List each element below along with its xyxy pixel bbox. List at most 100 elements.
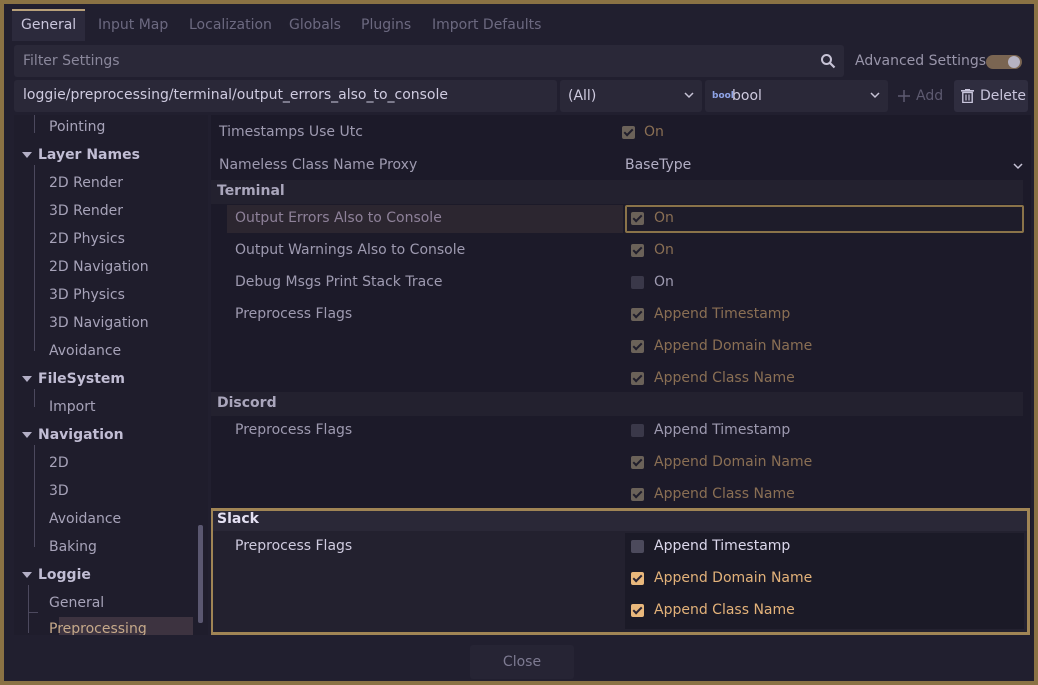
discord-append-timestamp-label: Append Timestamp [654, 422, 791, 438]
settings-inspector: Timestamps Use Utc On Nameless Class Nam… [211, 115, 1031, 635]
type-select[interactable]: bool bool [705, 80, 888, 112]
nameless-class-name-proxy-value: BaseType [625, 157, 692, 173]
add-label: Add [916, 88, 944, 104]
discord-preprocess-flags-label: Preprocess Flags [235, 422, 353, 438]
tree-guide [34, 165, 35, 351]
slack-section-bg [213, 511, 1027, 531]
slack-append-domain-checkbox[interactable] [631, 572, 644, 585]
output-errors-value: On [654, 210, 674, 226]
slack-append-timestamp-checkbox[interactable] [631, 540, 644, 553]
tab-localization[interactable]: Localization [180, 9, 281, 41]
sidebar-item-2d-physics[interactable]: 2D Physics [49, 225, 125, 253]
tree-guide [28, 585, 29, 633]
chevron-down-icon [22, 376, 32, 382]
search-icon [821, 54, 836, 69]
nameless-class-name-proxy-select[interactable]: BaseType [621, 151, 1025, 179]
sidebar-item-2d-render[interactable]: 2D Render [49, 169, 123, 197]
trash-icon [961, 89, 974, 103]
output-errors-value-box[interactable] [625, 205, 1024, 233]
debug-msgs-checkbox[interactable] [631, 276, 644, 289]
sidebar-item-3d-physics[interactable]: 3D Physics [49, 281, 125, 309]
sidebar-item-avoidance[interactable]: Avoidance [49, 505, 121, 533]
chevron-down-icon [22, 572, 32, 578]
sidebar-item-preprocessing[interactable]: Preprocessing [49, 615, 147, 635]
output-warnings-checkbox[interactable] [631, 244, 644, 257]
tab-import-defaults[interactable]: Import Defaults [423, 9, 550, 41]
chevron-down-icon [870, 92, 880, 99]
sidebar-scrollbar[interactable] [198, 525, 203, 623]
debug-msgs-value: On [654, 274, 674, 290]
category-label: Layer Names [38, 147, 140, 163]
delete-label: Delete [980, 88, 1026, 104]
sidebar-item-baking[interactable]: Baking [49, 533, 97, 561]
category-label: Navigation [38, 427, 124, 443]
timestamps-use-utc-checkbox[interactable] [622, 126, 635, 139]
section-terminal: Terminal [211, 180, 1023, 204]
sidebar-item-2d[interactable]: 2D [49, 449, 69, 477]
discord-append-timestamp-checkbox[interactable] [631, 424, 644, 437]
timestamps-use-utc-value: On [644, 124, 664, 140]
terminal-append-domain-checkbox[interactable] [631, 340, 644, 353]
scope-value: (All) [568, 88, 597, 104]
discord-append-class-label: Append Class Name [654, 486, 795, 502]
sidebar-item-3d-navigation[interactable]: 3D Navigation [49, 309, 149, 337]
category-label: Loggie [38, 567, 91, 583]
slack-append-class-label: Append Class Name [654, 602, 795, 618]
discord-append-domain-checkbox[interactable] [631, 456, 644, 469]
sidebar-item-pointing[interactable]: Pointing [49, 115, 105, 141]
tree-guide [34, 389, 35, 407]
terminal-preprocess-flags-label: Preprocess Flags [235, 306, 353, 322]
tab-input-map[interactable]: Input Map [89, 9, 177, 41]
sidebar-item-import[interactable]: Import [49, 393, 95, 421]
property-path-value: loggie/preprocessing/terminal/output_err… [23, 87, 449, 103]
terminal-append-timestamp-checkbox[interactable] [631, 308, 644, 321]
tab-plugins[interactable]: Plugins [352, 9, 420, 41]
tab-globals[interactable]: Globals [280, 9, 350, 41]
sidebar-category-filesystem[interactable]: FileSystem [22, 365, 125, 393]
advanced-settings-toggle[interactable] [986, 55, 1022, 69]
sidebar-item-3d[interactable]: 3D [49, 477, 69, 505]
delete-button[interactable]: Delete [954, 80, 1028, 112]
output-warnings-value: On [654, 242, 674, 258]
discord-append-class-checkbox[interactable] [631, 488, 644, 501]
output-errors-label: Output Errors Also to Console [235, 210, 442, 226]
sidebar-item-general[interactable]: General [49, 589, 104, 617]
type-value: bool [732, 88, 762, 104]
project-settings-dialog: General Input Map Localization Globals P… [0, 0, 1038, 685]
chevron-down-icon [22, 152, 32, 158]
slack-append-domain-label: Append Domain Name [654, 570, 813, 586]
slack-append-timestamp-label: Append Timestamp [654, 538, 791, 554]
settings-sidebar: Pointing Layer Names 2D Render 3D Render… [14, 115, 208, 635]
terminal-append-class-checkbox[interactable] [631, 372, 644, 385]
tab-general[interactable]: General [12, 9, 86, 41]
add-button[interactable]: Add [892, 80, 950, 112]
advanced-settings-label: Advanced Settings [855, 53, 987, 69]
filter-settings-input[interactable]: Filter Settings [14, 45, 844, 77]
sidebar-category-layer-names[interactable]: Layer Names [22, 141, 140, 169]
filter-placeholder: Filter Settings [23, 53, 120, 69]
sidebar-category-navigation[interactable]: Navigation [22, 421, 124, 449]
close-button[interactable]: Close [470, 645, 574, 679]
chevron-down-icon [1013, 163, 1023, 170]
terminal-append-domain-label: Append Domain Name [654, 338, 813, 354]
slack-preprocess-flags-label: Preprocess Flags [235, 538, 353, 554]
chevron-down-icon [22, 432, 32, 438]
sidebar-item-3d-render[interactable]: 3D Render [49, 197, 123, 225]
category-label: FileSystem [38, 371, 125, 387]
sidebar-item-avoidance[interactable]: Avoidance [49, 337, 121, 365]
scope-select[interactable]: (All) [560, 80, 702, 112]
bool-icon: bool [712, 91, 734, 101]
plus-icon [898, 90, 910, 102]
sidebar-item-2d-navigation[interactable]: 2D Navigation [49, 253, 149, 281]
slack-append-class-checkbox[interactable] [631, 604, 644, 617]
nameless-class-name-proxy-label: Nameless Class Name Proxy [219, 157, 418, 173]
property-path-input[interactable]: loggie/preprocessing/terminal/output_err… [14, 80, 557, 112]
terminal-append-class-label: Append Class Name [654, 370, 795, 386]
output-warnings-label: Output Warnings Also to Console [235, 242, 466, 258]
tree-guide [28, 612, 38, 613]
sidebar-category-loggie[interactable]: Loggie [22, 561, 91, 589]
chevron-down-icon [684, 92, 694, 99]
output-errors-checkbox[interactable] [631, 212, 644, 225]
toggle-knob [1008, 56, 1020, 68]
discord-append-domain-label: Append Domain Name [654, 454, 813, 470]
